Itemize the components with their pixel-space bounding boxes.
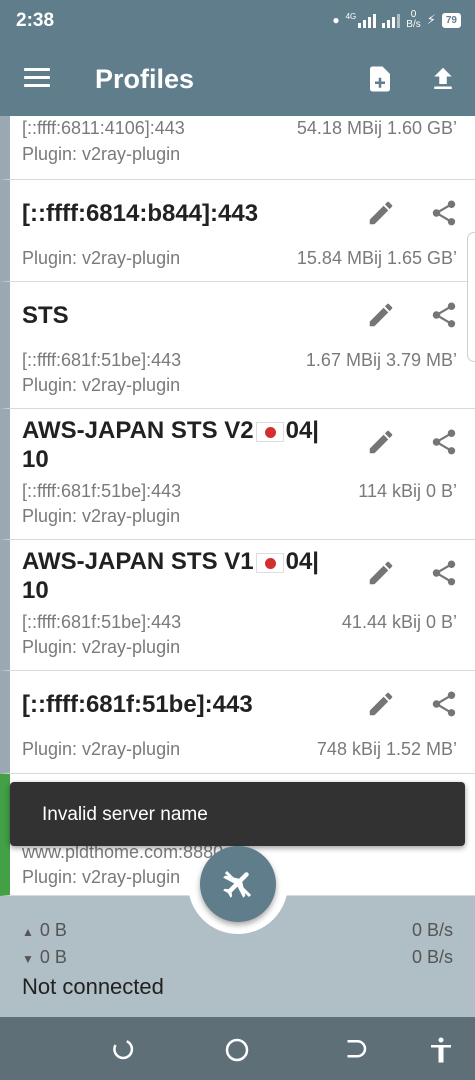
- profile-name: [::ffff:681f:51be]:443: [22, 691, 253, 718]
- status-icons: ● 4G 0 B/s ⚡ 79: [332, 10, 461, 30]
- edit-icon[interactable]: [366, 198, 396, 228]
- profile-traffic: 748 kBij 1.52 MB’: [316, 739, 457, 759]
- profile-name: STS: [22, 302, 69, 329]
- profile-traffic: 15.84 MBij 1.65 GB’: [296, 248, 457, 268]
- share-icon[interactable]: [429, 427, 459, 457]
- airplane-off-icon: [223, 870, 252, 898]
- recents-icon[interactable]: [108, 1035, 138, 1065]
- profile-card[interactable]: [::ffff:6811:4106]:443 54.18 MBij 1.60 G…: [0, 116, 475, 180]
- share-icon[interactable]: [429, 300, 459, 330]
- tx-total: ▲ 0 B: [22, 920, 67, 940]
- charging-icon: ⚡: [426, 12, 436, 27]
- profile-plugin: Plugin: v2ray-plugin: [22, 637, 181, 657]
- share-icon[interactable]: [429, 558, 459, 588]
- tx-rate: 0 B/s: [411, 920, 453, 940]
- battery-icon: 79: [441, 12, 461, 28]
- profile-card[interactable]: STS [::ffff:681f:51be]:443 1.67 MBij 3.7…: [0, 282, 475, 409]
- app-root: 2:38 ● 4G 0 B/s ⚡ 79 Profiles [::ffff:68…: [0, 0, 475, 1080]
- home-icon[interactable]: [222, 1035, 252, 1065]
- profile-name: [::ffff:6814:b844]:443: [22, 200, 259, 227]
- profile-traffic: 41.44 kBij 0 B’: [341, 612, 457, 632]
- connection-status[interactable]: Not connected: [22, 974, 164, 1000]
- profile-name: AWS-JAPAN STS V2 04| 10: [22, 417, 320, 473]
- edit-icon[interactable]: [366, 427, 396, 457]
- profile-plugin: Plugin: v2ray-plugin: [22, 248, 181, 268]
- edit-icon[interactable]: [366, 689, 396, 719]
- connect-button[interactable]: [200, 846, 276, 922]
- profile-plugin: Plugin: v2ray-plugin: [22, 739, 181, 759]
- edit-icon[interactable]: [366, 300, 396, 330]
- app-toolbar: Profiles: [0, 44, 475, 116]
- download-arrow-icon: ▼: [22, 952, 34, 966]
- profile-plugin: Plugin: v2ray-plugin: [22, 144, 181, 164]
- signal-2-icon: [382, 12, 401, 28]
- status-time: 2:38: [16, 10, 55, 31]
- profile-plugin: Plugin: v2ray-plugin: [22, 375, 181, 395]
- snackbar-message: Invalid server name: [42, 804, 208, 825]
- profile-plugin: Plugin: v2ray-plugin: [22, 506, 181, 526]
- dot-icon: ●: [332, 13, 340, 27]
- rx-total: ▼ 0 B: [22, 947, 67, 967]
- share-icon[interactable]: [429, 198, 459, 228]
- upload-icon[interactable]: [428, 64, 458, 94]
- snackbar: Invalid server name: [10, 782, 465, 846]
- signal-icon: [358, 12, 377, 28]
- rx-rate: 0 B/s: [411, 947, 453, 967]
- back-icon[interactable]: [340, 1035, 370, 1065]
- network-type-label: 4G: [345, 11, 357, 21]
- profile-traffic: 114 kBij 0 B’: [358, 481, 457, 501]
- system-nav-bar: [0, 1017, 475, 1080]
- profile-card[interactable]: [::ffff:681f:51be]:443 Plugin: v2ray-plu…: [0, 671, 475, 774]
- upload-arrow-icon: ▲: [22, 925, 34, 939]
- add-file-icon[interactable]: [365, 64, 395, 94]
- profile-traffic: 1.67 MBij 3.79 MB’: [305, 350, 457, 370]
- profile-address: [::ffff:6811:4106]:443: [22, 118, 185, 138]
- profile-card[interactable]: [::ffff:6814:b844]:443 Plugin: v2ray-plu…: [0, 180, 475, 282]
- page-title: Profiles: [95, 64, 195, 94]
- profile-address: [::ffff:681f:51be]:443: [22, 612, 182, 632]
- menu-icon[interactable]: [24, 68, 50, 90]
- accessibility-icon[interactable]: [426, 1035, 456, 1065]
- profile-address: [::ffff:681f:51be]:443: [22, 481, 182, 501]
- profile-name: AWS-JAPAN STS V1 04| 10: [22, 548, 320, 604]
- japan-flag-icon: [255, 421, 284, 442]
- net-speed: 0 B/s: [406, 9, 421, 30]
- japan-flag-icon: [255, 552, 284, 573]
- status-bar: 2:38 ● 4G 0 B/s ⚡ 79: [0, 0, 475, 44]
- scroll-handle[interactable]: [467, 232, 475, 362]
- profile-list[interactable]: [::ffff:6811:4106]:443 54.18 MBij 1.60 G…: [0, 116, 475, 896]
- edit-icon[interactable]: [366, 558, 396, 588]
- share-icon[interactable]: [429, 689, 459, 719]
- profile-card[interactable]: AWS-JAPAN STS V2 04| 10 [::ffff:681f:51be…: [0, 409, 475, 540]
- profile-address: [::ffff:681f:51be]:443: [22, 350, 182, 370]
- profile-card[interactable]: AWS-JAPAN STS V1 04| 10 [::ffff:681f:51be…: [0, 540, 475, 671]
- profile-plugin: Plugin: v2ray-plugin: [22, 867, 181, 887]
- profile-traffic: 54.18 MBij 1.60 GB’: [296, 118, 457, 138]
